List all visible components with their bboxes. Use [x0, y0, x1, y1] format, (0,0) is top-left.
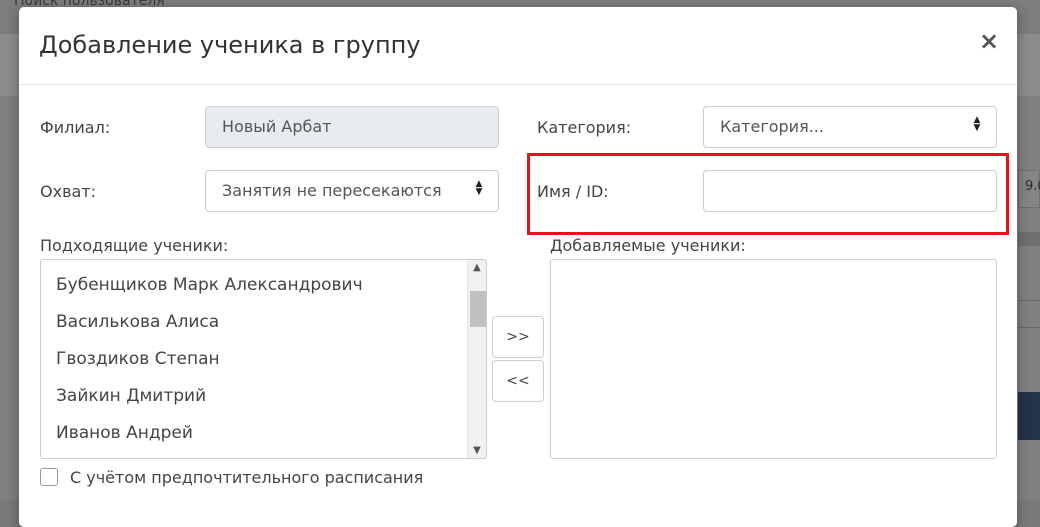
- list-item[interactable]: Гвоздиков Степан: [56, 349, 220, 369]
- background-right-bar: [1018, 232, 1040, 246]
- add-to-group-button[interactable]: >>: [492, 316, 544, 358]
- scroll-down-icon[interactable]: ▼: [468, 445, 486, 456]
- branch-label: Филиал:: [40, 118, 111, 137]
- background-dark-block: [1018, 392, 1040, 440]
- category-select-value: Категория...: [720, 117, 824, 136]
- add-student-modal: Добавление ученика в группу × Филиал: Но…: [19, 7, 1017, 527]
- matching-students-list[interactable]: Бубенщиков Марк Александрович Василькова…: [40, 259, 487, 459]
- list-item[interactable]: Бубенщиков Марк Александрович: [56, 275, 363, 295]
- close-icon[interactable]: ×: [979, 29, 999, 53]
- added-students-label: Добавляемые ученики:: [550, 236, 746, 255]
- branch-field: Новый Арбат: [205, 106, 499, 148]
- scroll-thumb[interactable]: [470, 291, 486, 327]
- list-item[interactable]: Иванов Андрей: [56, 423, 193, 443]
- list-item[interactable]: Зайкин Дмитрий: [56, 386, 206, 406]
- modal-title: Добавление ученика в группу: [39, 31, 421, 59]
- select-arrows-icon: ▲ ▼: [973, 115, 981, 133]
- scroll-up-icon[interactable]: ▲: [468, 262, 486, 273]
- list-scrollbar[interactable]: ▲ ▼: [467, 260, 486, 458]
- category-select[interactable]: Категория... ▲ ▼: [703, 106, 997, 148]
- background-divider: [1018, 327, 1040, 328]
- remove-from-group-button[interactable]: <<: [492, 360, 544, 402]
- highlight-box: [527, 153, 1009, 235]
- coverage-label: Охват:: [40, 182, 97, 201]
- preferred-schedule-checkbox[interactable]: [40, 468, 58, 486]
- added-students-list[interactable]: [550, 259, 997, 459]
- list-item[interactable]: Василькова Алиса: [56, 312, 219, 332]
- coverage-select-value: Занятия не пересекаются: [222, 181, 442, 200]
- modal-header: Добавление ученика в группу ×: [19, 7, 1017, 85]
- background-divider: [1018, 300, 1040, 301]
- preferred-schedule-label: С учётом предпочтительного расписания: [70, 468, 424, 487]
- coverage-select[interactable]: Занятия не пересекаются ▲ ▼: [205, 170, 499, 212]
- background-right-cell: 9.0: [1018, 170, 1040, 208]
- matching-students-label: Подходящие ученики:: [40, 236, 229, 255]
- select-arrows-icon: ▲ ▼: [475, 179, 483, 197]
- category-label: Категория:: [537, 118, 632, 137]
- branch-value: Новый Арбат: [222, 117, 332, 136]
